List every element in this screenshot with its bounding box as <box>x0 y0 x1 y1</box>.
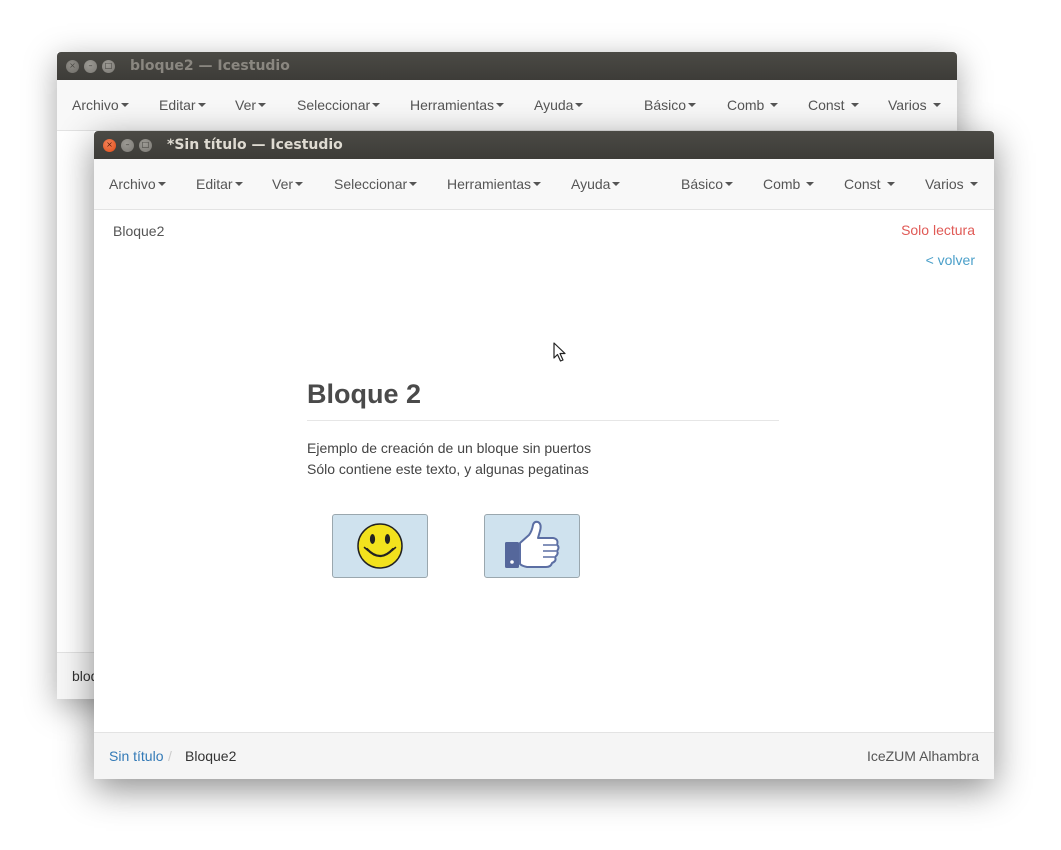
menu-editar[interactable]: Editar <box>159 80 206 131</box>
caret-down-icon <box>575 103 584 108</box>
smiley-face-icon <box>357 523 403 569</box>
title-divider <box>307 420 779 421</box>
breadcrumb-root[interactable]: Sin título <box>109 733 163 780</box>
caret-down-icon <box>770 103 779 108</box>
menu-varios[interactable]: Varios <box>925 159 978 210</box>
menu-comb[interactable]: Comb <box>763 159 815 210</box>
title-bar[interactable]: × – □ *Sin título — Icestudio <box>94 131 994 159</box>
caret-down-icon <box>234 182 243 187</box>
footer: Sin título / Bloque2 IceZUM Alhambra <box>94 732 994 779</box>
breadcrumb-current: Bloque2 <box>185 748 237 764</box>
menu-ayuda[interactable]: Ayuda <box>534 80 584 131</box>
block-description: Ejemplo de creación de un bloque sin pue… <box>307 438 591 480</box>
caret-down-icon <box>409 182 418 187</box>
caret-down-icon <box>969 182 978 187</box>
close-window-button[interactable]: × <box>66 60 79 73</box>
menu-bar: Archivo Editar Ver Seleccionar Herramien… <box>94 159 994 210</box>
caret-down-icon <box>806 182 815 187</box>
title-bar[interactable]: × – □ bloque2 — Icestudio <box>57 52 957 80</box>
caret-down-icon <box>197 103 206 108</box>
caret-down-icon <box>157 182 166 187</box>
menu-ayuda[interactable]: Ayuda <box>571 159 621 210</box>
menu-basico[interactable]: Básico <box>644 80 697 131</box>
menu-ver[interactable]: Ver <box>235 80 267 131</box>
menu-basico[interactable]: Básico <box>681 159 734 210</box>
description-line-1: Ejemplo de creación de un bloque sin pue… <box>307 440 592 456</box>
window-title: *Sin título — Icestudio <box>167 137 343 153</box>
back-link[interactable]: < volver <box>926 252 975 268</box>
thumbs-up-icon <box>505 520 560 568</box>
maximize-window-button[interactable]: □ <box>102 60 115 73</box>
menu-herramientas[interactable]: Herramientas <box>447 159 542 210</box>
caret-down-icon <box>120 103 129 108</box>
breadcrumb-separator: / <box>168 748 172 764</box>
menu-varios[interactable]: Varios <box>888 80 941 131</box>
caret-down-icon <box>258 103 267 108</box>
menu-seleccionar[interactable]: Seleccionar <box>334 159 418 210</box>
window-sin-titulo: × – □ *Sin título — Icestudio Archivo Ed… <box>94 131 994 779</box>
caret-down-icon <box>372 103 381 108</box>
menu-bar: Archivo Editar Ver Seleccionar Herramien… <box>57 80 957 131</box>
block-title: Bloque 2 <box>307 379 422 409</box>
caret-down-icon <box>850 103 859 108</box>
mouse-pointer-icon <box>553 342 566 362</box>
window-title: bloque2 — Icestudio <box>130 58 290 74</box>
sticker-smiley[interactable] <box>332 514 428 578</box>
menu-editar[interactable]: Editar <box>196 159 243 210</box>
read-only-label: Solo lectura <box>901 222 975 238</box>
caret-down-icon <box>932 103 941 108</box>
menu-archivo[interactable]: Archivo <box>72 80 129 131</box>
caret-down-icon <box>295 182 304 187</box>
caret-down-icon <box>725 182 734 187</box>
menu-archivo[interactable]: Archivo <box>109 159 166 210</box>
menu-const[interactable]: Const <box>808 80 859 131</box>
menu-const[interactable]: Const <box>844 159 895 210</box>
menu-ver[interactable]: Ver <box>272 159 304 210</box>
menu-comb[interactable]: Comb <box>727 80 779 131</box>
minimize-window-button[interactable]: – <box>84 60 97 73</box>
board-selector[interactable]: IceZUM Alhambra <box>867 733 979 780</box>
caret-down-icon <box>496 103 505 108</box>
caret-down-icon <box>886 182 895 187</box>
sticker-thumbs-up[interactable] <box>484 514 580 578</box>
close-window-button[interactable]: × <box>103 139 116 152</box>
menu-herramientas[interactable]: Herramientas <box>410 80 505 131</box>
maximize-window-button[interactable]: □ <box>139 139 152 152</box>
description-line-2: Sólo contiene este texto, y algunas pega… <box>307 461 589 477</box>
menu-seleccionar[interactable]: Seleccionar <box>297 80 381 131</box>
caret-down-icon <box>533 182 542 187</box>
caret-down-icon <box>612 182 621 187</box>
caret-down-icon <box>688 103 697 108</box>
block-name-label: Bloque2 <box>113 223 165 239</box>
minimize-window-button[interactable]: – <box>121 139 134 152</box>
